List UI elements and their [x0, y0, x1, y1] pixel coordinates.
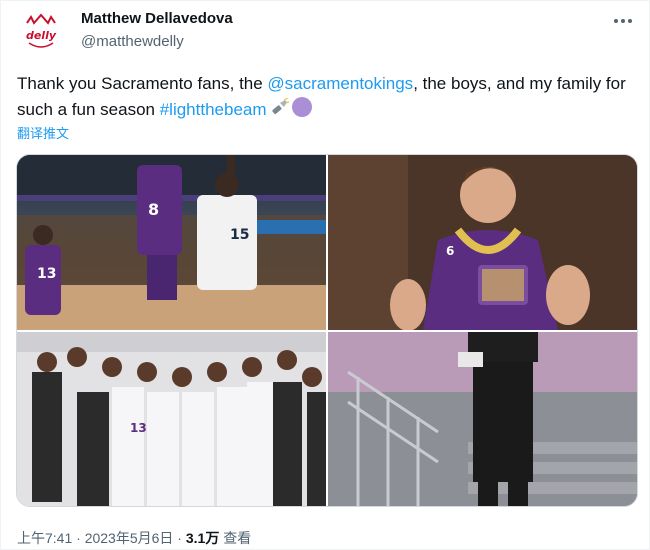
team-group-photo[interactable]: 13: [17, 332, 326, 506]
meta-separator: ·: [173, 530, 186, 546]
jersey-number-text: 13: [37, 266, 56, 282]
walking-hallway-illustration: [328, 332, 637, 506]
handle[interactable]: @matthewdelly: [81, 32, 233, 52]
tweet-text: Thank you Sacramento fans, the @sacramen…: [17, 72, 637, 125]
jersey-number-text: 8: [148, 200, 159, 219]
team-group-jersey: 13: [130, 421, 147, 435]
hashtag-link[interactable]: #lightthebeam: [160, 100, 267, 119]
tweet-time[interactable]: 上午7:41: [17, 530, 72, 546]
views-label: 查看: [219, 530, 252, 546]
tweet-date[interactable]: 2023年5月6日: [85, 530, 174, 546]
tweet-text-part1: Thank you Sacramento fans, the: [17, 74, 268, 93]
chain-portrait-photo[interactable]: 6: [328, 155, 637, 330]
display-name[interactable]: Matthew Dellavedova: [81, 9, 233, 29]
flashlight-icon: [269, 97, 289, 125]
translate-tweet-link[interactable]: 翻译推文: [17, 123, 69, 142]
jersey-number-text: 6: [446, 244, 454, 258]
tweet-meta: 上午7:41 · 2023年5月6日 · 3.1万 查看: [17, 528, 251, 548]
chain-portrait-jersey: 6: [446, 244, 454, 258]
mention-link[interactable]: @sacramentokings: [267, 74, 413, 93]
meta-separator: ·: [72, 530, 85, 546]
delly-logo-icon: delly: [26, 13, 57, 48]
views-count: 3.1万: [185, 530, 220, 546]
game-action-jerseys: 13 8 15: [37, 200, 249, 282]
avatar[interactable]: delly: [17, 9, 65, 57]
walking-hallway-photo[interactable]: [328, 332, 637, 506]
author-block: Matthew Dellavedova @matthewdelly: [81, 9, 233, 52]
more-options-icon[interactable]: [611, 11, 635, 31]
tweet-card: delly Matthew Dellavedova @matthewdelly …: [0, 0, 650, 550]
jersey-number-text: 13: [130, 421, 147, 435]
game-action-photo[interactable]: 13 8 15: [17, 155, 326, 330]
svg-text:delly: delly: [26, 29, 57, 42]
purple-circle-icon: [291, 96, 313, 125]
jersey-number-text: 15: [230, 227, 249, 243]
media-grid: 13 8 15 6 13: [16, 154, 638, 507]
